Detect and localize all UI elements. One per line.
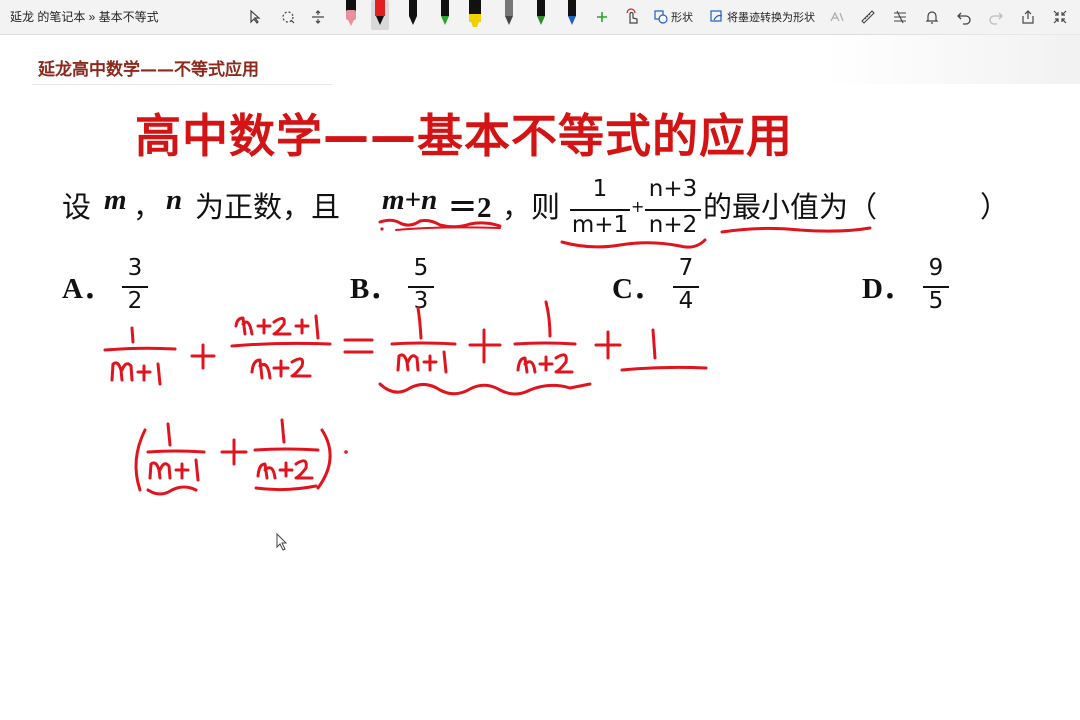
ink-numerator-1f bbox=[280, 418, 286, 444]
ink-denominator-n2c bbox=[256, 459, 314, 480]
ink-numerator-n21 bbox=[234, 314, 320, 340]
ink-underline-expression bbox=[560, 238, 707, 249]
ink-wavy-underline bbox=[378, 382, 592, 396]
ink-open-paren bbox=[134, 428, 147, 492]
ink-close-paren bbox=[316, 428, 332, 490]
ink-numerator-1c bbox=[544, 300, 552, 338]
ink-denominator-n2b bbox=[516, 353, 574, 374]
ink-plus-2 bbox=[468, 328, 502, 364]
ink-fraction-bar-7 bbox=[253, 447, 320, 452]
ink-fraction-bar-4 bbox=[513, 341, 577, 346]
ink-numerator-1e bbox=[166, 422, 172, 447]
ink-fraction-bar-5 bbox=[620, 365, 708, 372]
ink-dot bbox=[344, 450, 348, 454]
ink-plus-1 bbox=[190, 343, 216, 370]
handwritten-ink-layer[interactable] bbox=[0, 0, 1080, 720]
ink-numerator-1 bbox=[130, 326, 135, 344]
ink-denominator-m1 bbox=[110, 361, 162, 386]
ink-plus-4 bbox=[220, 438, 248, 466]
ink-dot-small bbox=[380, 227, 384, 231]
ink-fraction-bar-3 bbox=[390, 341, 457, 346]
ink-fraction-bar-2 bbox=[230, 341, 332, 348]
ink-fraction-bar-1 bbox=[103, 346, 177, 352]
ink-numerator-1d bbox=[651, 328, 657, 360]
ink-equals bbox=[343, 338, 374, 354]
ink-denominator-m1b bbox=[396, 350, 448, 374]
ink-underline-condition bbox=[378, 218, 502, 229]
ink-numerator-1b bbox=[416, 306, 423, 340]
ink-plus-3 bbox=[594, 330, 622, 360]
mouse-cursor-icon bbox=[276, 533, 288, 551]
ink-underline-condition-2 bbox=[395, 226, 501, 231]
ink-denominator-m1c bbox=[148, 458, 200, 482]
ink-fraction-bar-6 bbox=[146, 449, 206, 454]
ink-underline-m1c bbox=[146, 485, 198, 496]
ink-underline-min bbox=[720, 226, 872, 234]
ink-underline-n2c bbox=[254, 484, 318, 492]
ink-denominator-n2 bbox=[250, 357, 312, 380]
